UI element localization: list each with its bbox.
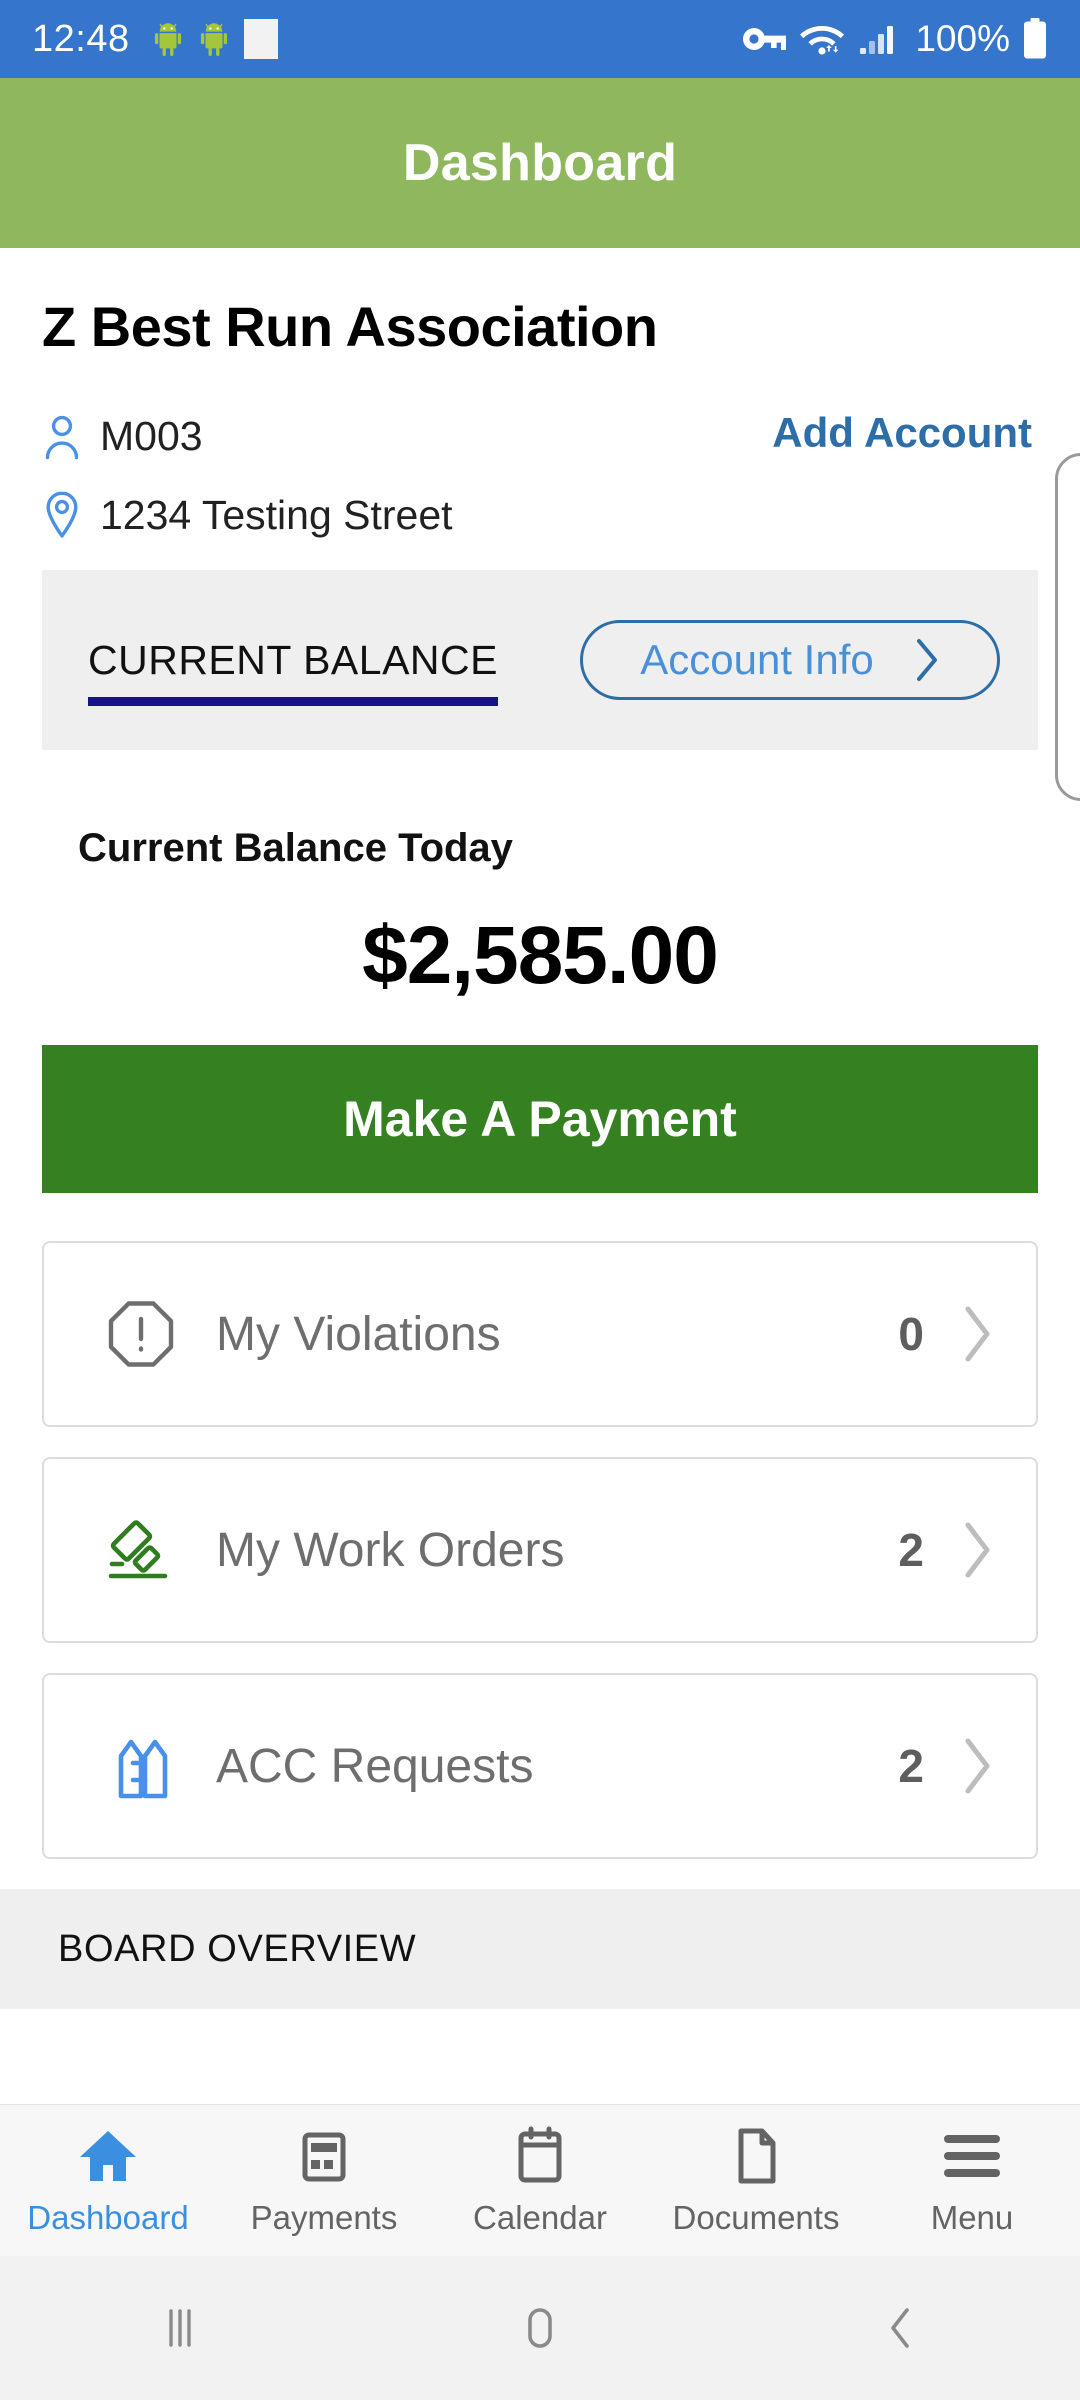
nav-item-label: Menu [930, 2198, 1014, 2236]
status-bar-notification-icons [152, 19, 278, 59]
offscreen-carousel-card[interactable] [1055, 453, 1080, 801]
add-account-link[interactable]: Add Account [772, 409, 1032, 457]
nav-item-label: Dashboard [27, 2198, 189, 2236]
stat-card-count: 2 [898, 1740, 924, 1792]
phone-screen: 12:48 100% Dashboard Z Best Run Associat… [0, 0, 1080, 2400]
association-name: Z Best Run Association [42, 295, 658, 358]
android-home-button[interactable] [360, 2302, 720, 2354]
android-back-button[interactable] [720, 2302, 1080, 2354]
nav-item-label: Calendar [473, 2198, 607, 2236]
nav-item-label: Documents [672, 2198, 840, 2236]
chevron-right-icon [916, 639, 937, 681]
balance-tab-strip: CURRENT BALANCE Account Info [42, 570, 1038, 750]
stat-card-label: My Violations [216, 1307, 501, 1361]
address-row: 1234 Testing Street [42, 490, 1080, 540]
android-robot-icon [154, 23, 181, 56]
nav-item-payments[interactable]: Payments [216, 2125, 432, 2237]
make-a-payment-label: Make A Payment [343, 1091, 737, 1147]
stat-card-count: 2 [898, 1524, 924, 1576]
calendar-icon [512, 2125, 568, 2187]
cellular-signal-icon [860, 26, 894, 54]
tab-active-underline [88, 696, 498, 706]
bottom-navigation-bar: Dashboard Payments Calendar Documents Me… [0, 2104, 1080, 2256]
vpn-key-icon [743, 28, 787, 50]
balance-amount: $2,585.00 [362, 910, 719, 1001]
recents-icon [169, 2309, 191, 2347]
status-bar-system-icons: 100% [741, 18, 1048, 60]
stat-card-list: My Violations 0 My Work Orders 2 ACC Req… [42, 1241, 1038, 1859]
member-id-value: M003 [100, 413, 203, 459]
android-system-nav [0, 2256, 1080, 2400]
credit-card-icon [296, 2125, 352, 2187]
android-robot-icon [200, 23, 227, 56]
nav-item-menu[interactable]: Menu [864, 2125, 1080, 2237]
board-overview-section: BOARD OVERVIEW [0, 1889, 1080, 2009]
chevron-right-icon [965, 1306, 990, 1362]
stat-card-count: 0 [898, 1308, 924, 1360]
main-content: Z Best Run Association M003 1234 Testing… [0, 248, 1080, 2009]
battery-full-icon [1024, 18, 1046, 59]
location-pin-icon [42, 490, 86, 540]
stat-card-my-violations[interactable]: My Violations 0 [42, 1241, 1038, 1427]
battery-percent-label: 100% [915, 18, 1010, 59]
account-info-block: M003 1234 Testing Street Add Account [0, 409, 1080, 540]
nav-item-calendar[interactable]: Calendar [432, 2125, 648, 2237]
balance-subtitle: Current Balance Today [78, 826, 513, 870]
android-recents-button[interactable] [0, 2302, 360, 2354]
account-info-button[interactable]: Account Info [580, 620, 1000, 700]
hamburger-menu-icon [942, 2125, 1002, 2187]
home-icon [77, 2125, 139, 2187]
status-bar-clock: 12:48 [32, 17, 130, 60]
nav-item-dashboard[interactable]: Dashboard [0, 2125, 216, 2237]
tab-current-balance-label: CURRENT BALANCE [88, 636, 498, 683]
nav-item-documents[interactable]: Documents [648, 2125, 864, 2237]
status-bar: 12:48 100% [0, 0, 1080, 78]
address-value: 1234 Testing Street [100, 491, 453, 538]
gavel-icon [102, 1512, 180, 1588]
alert-octagon-icon [102, 1298, 180, 1370]
fence-icon [102, 1728, 180, 1804]
stat-card-label: My Work Orders [216, 1523, 565, 1577]
document-icon [730, 2125, 782, 2187]
person-icon [42, 414, 86, 460]
account-info-label: Account Info [640, 636, 874, 683]
stat-card-my-work-orders[interactable]: My Work Orders 2 [42, 1457, 1038, 1643]
home-square-icon [528, 2308, 552, 2348]
white-square-icon [243, 19, 278, 59]
page-title: Dashboard [402, 134, 678, 192]
stat-card-acc-requests[interactable]: ACC Requests 2 [42, 1673, 1038, 1859]
tab-current-balance[interactable]: CURRENT BALANCE [88, 636, 498, 706]
chevron-right-icon [965, 1738, 990, 1794]
board-overview-title: BOARD OVERVIEW [58, 1927, 417, 1970]
make-a-payment-button[interactable]: Make A Payment [42, 1045, 1038, 1193]
wifi-icon [800, 26, 845, 55]
stat-card-label: ACC Requests [216, 1739, 534, 1793]
app-header: Dashboard [0, 78, 1080, 248]
nav-item-label: Payments [250, 2198, 398, 2236]
back-chevron-icon [891, 2308, 909, 2348]
chevron-right-icon [965, 1522, 990, 1578]
